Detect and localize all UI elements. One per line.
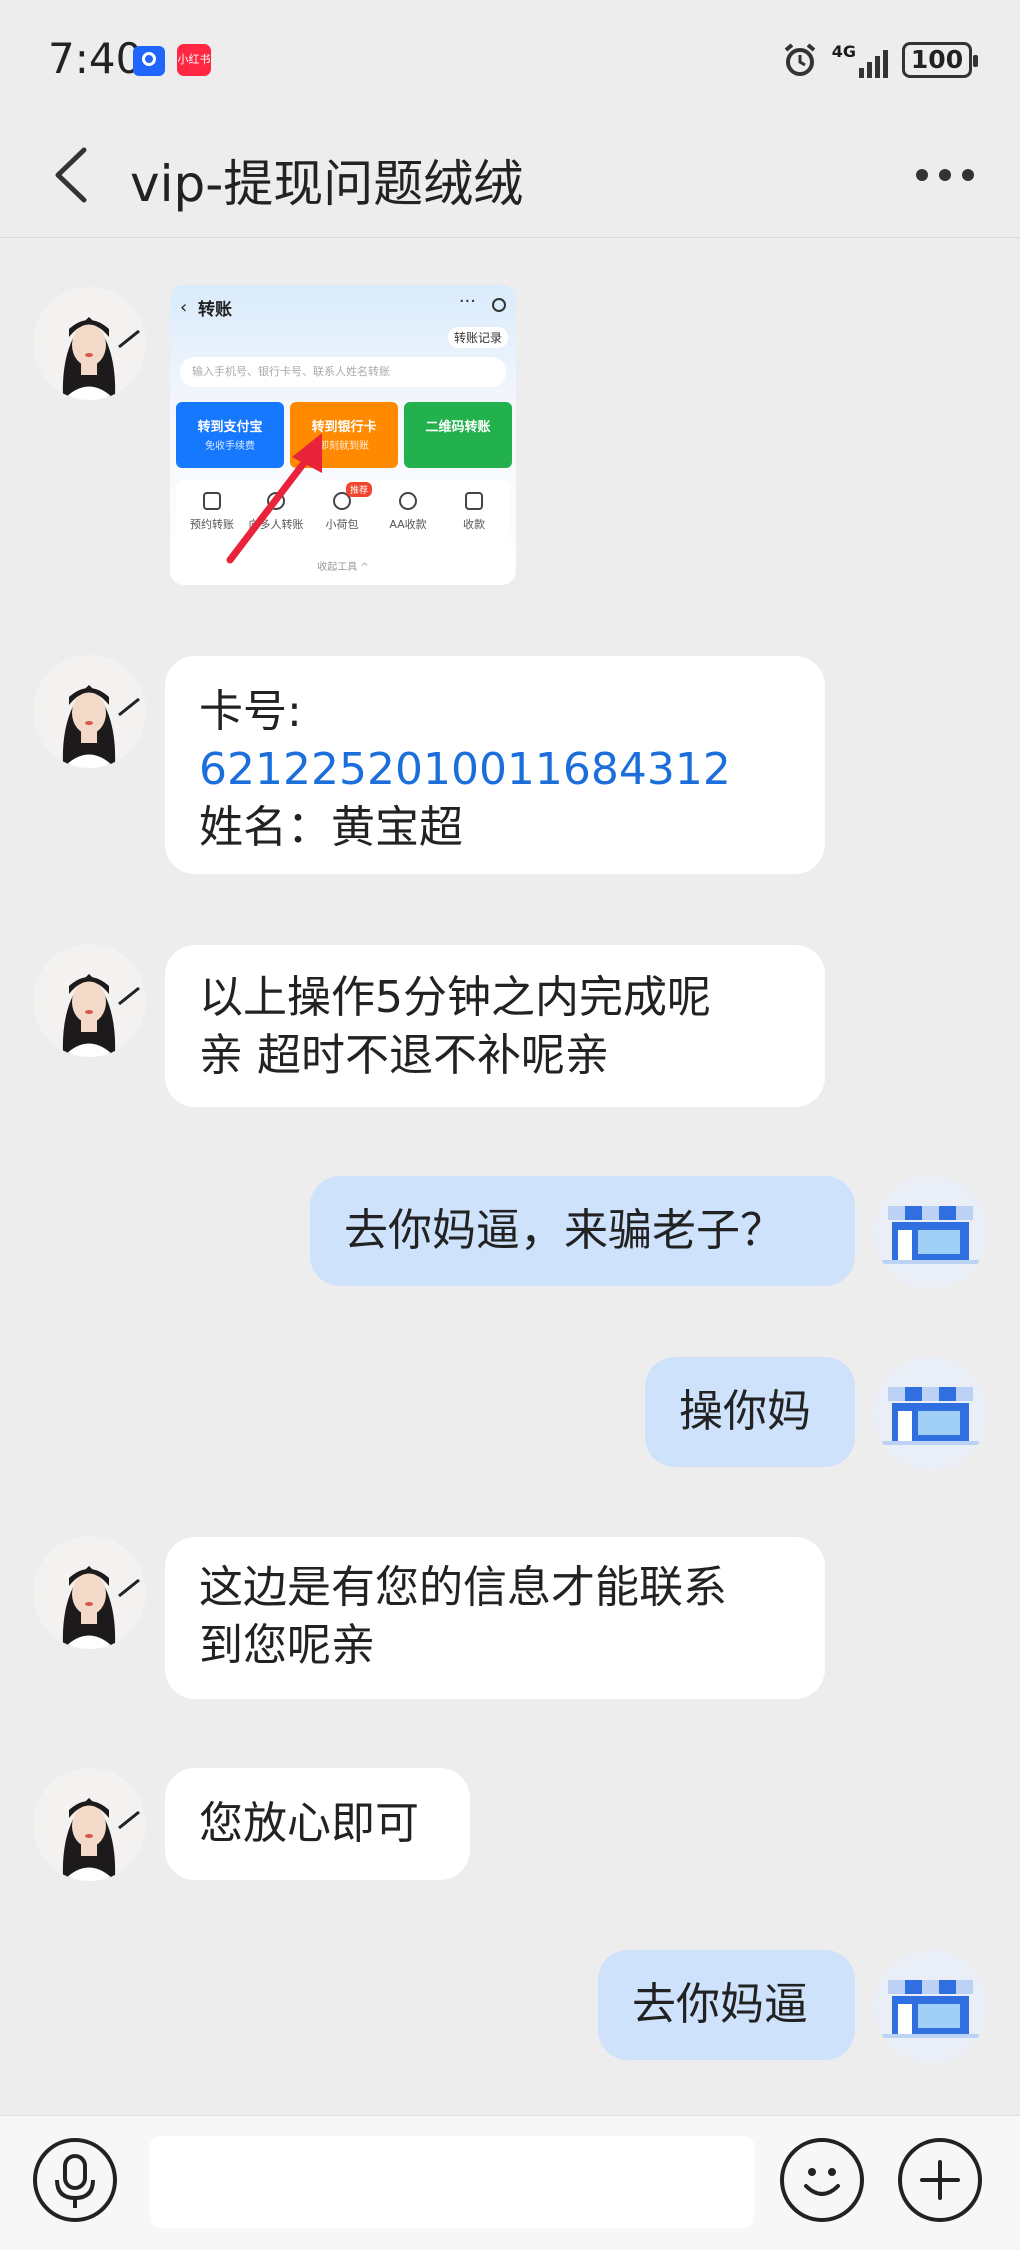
plus-icon [920, 2160, 960, 2200]
message-text: 您放心即可 [199, 1798, 419, 1849]
message-bubble-outgoing[interactable]: 去你妈逼，来骗老子？ [310, 1176, 855, 1286]
store-icon [874, 1950, 987, 2063]
smile-icon [804, 2168, 840, 2196]
status-indicators: 4G 100 [782, 38, 978, 82]
message-bubble-outgoing[interactable]: 操你妈 [645, 1357, 855, 1467]
avatar-image [33, 287, 146, 400]
avatar-image [33, 1536, 146, 1649]
store-icon [874, 1176, 987, 1289]
message-bubble-outgoing[interactable]: 去你妈逼 [598, 1950, 855, 2060]
alarm-clock-icon [784, 43, 816, 76]
message-text: 这边是有您的信息才能联系 [199, 1562, 727, 1613]
more-actions-button[interactable] [898, 2138, 982, 2222]
message-text: 操你妈 [679, 1386, 811, 1437]
contact-avatar[interactable] [33, 1768, 146, 1881]
xiaohongshu-app-icon: 小红书 [177, 44, 211, 76]
message-bubble-incoming[interactable]: 卡号: 6212252010011684312 姓名：黄宝超 [165, 656, 825, 874]
network-signal-icon: 4G [832, 42, 888, 78]
my-avatar[interactable] [874, 1176, 987, 1289]
contact-avatar[interactable] [33, 1536, 146, 1649]
message-bubble-incoming[interactable]: 以上操作5分钟之内完成呢 亲 超时不退不补呢亲 [165, 945, 825, 1107]
message-text: 到您呢亲 [199, 1620, 375, 1671]
emoji-button[interactable] [780, 2138, 864, 2222]
contact-avatar[interactable] [33, 287, 146, 400]
message-bubble-incoming[interactable]: 这边是有您的信息才能联系 到您呢亲 [165, 1537, 825, 1699]
avatar-image [33, 944, 146, 1057]
transfer-screenshot-image[interactable]: ‹ 转账 ··· 转账记录 输入手机号、银行卡号、联系人姓名转账 转到支付宝 免… [170, 285, 516, 585]
message-text: 姓名：黄宝超 [199, 802, 463, 853]
message-input[interactable] [150, 2136, 754, 2228]
voice-input-button[interactable] [33, 2138, 117, 2222]
message-text: 亲 超时不退不补呢亲 [199, 1030, 609, 1081]
avatar-image [33, 655, 146, 768]
message-bubble-incoming[interactable]: 您放心即可 [165, 1768, 470, 1880]
battery-icon: 100 [902, 42, 978, 78]
message-text: 卡号: [199, 686, 302, 737]
back-button[interactable] [46, 140, 106, 210]
app-notification-icon [133, 46, 165, 76]
microphone-icon [55, 2154, 95, 2208]
input-bar [0, 2115, 1020, 2250]
message-text: 去你妈逼 [632, 1979, 808, 2030]
more-options-button[interactable] [910, 150, 980, 200]
back-chevron-icon [55, 147, 87, 203]
card-number-link[interactable]: 6212252010011684312 [199, 741, 791, 799]
red-arrow-annotation [226, 433, 322, 564]
avatar-image [33, 1768, 146, 1881]
store-icon [874, 1357, 987, 1470]
status-time: 7:40 [48, 34, 143, 83]
status-bar: 7:40 小红书 4G 100 [0, 0, 1020, 120]
network-type: 4G [831, 42, 856, 61]
my-avatar[interactable] [874, 1950, 987, 2063]
chat-title: vip-提现问题绒绒 [130, 155, 524, 213]
chat-header: vip-提现问题绒绒 [0, 120, 1020, 238]
my-avatar[interactable] [874, 1357, 987, 1470]
contact-avatar[interactable] [33, 655, 146, 768]
message-text: 以上操作5分钟之内完成呢 [199, 972, 711, 1023]
more-dots-icon [916, 169, 974, 181]
contact-avatar[interactable] [33, 944, 146, 1057]
message-text: 去你妈逼，来骗老子？ [344, 1205, 784, 1256]
